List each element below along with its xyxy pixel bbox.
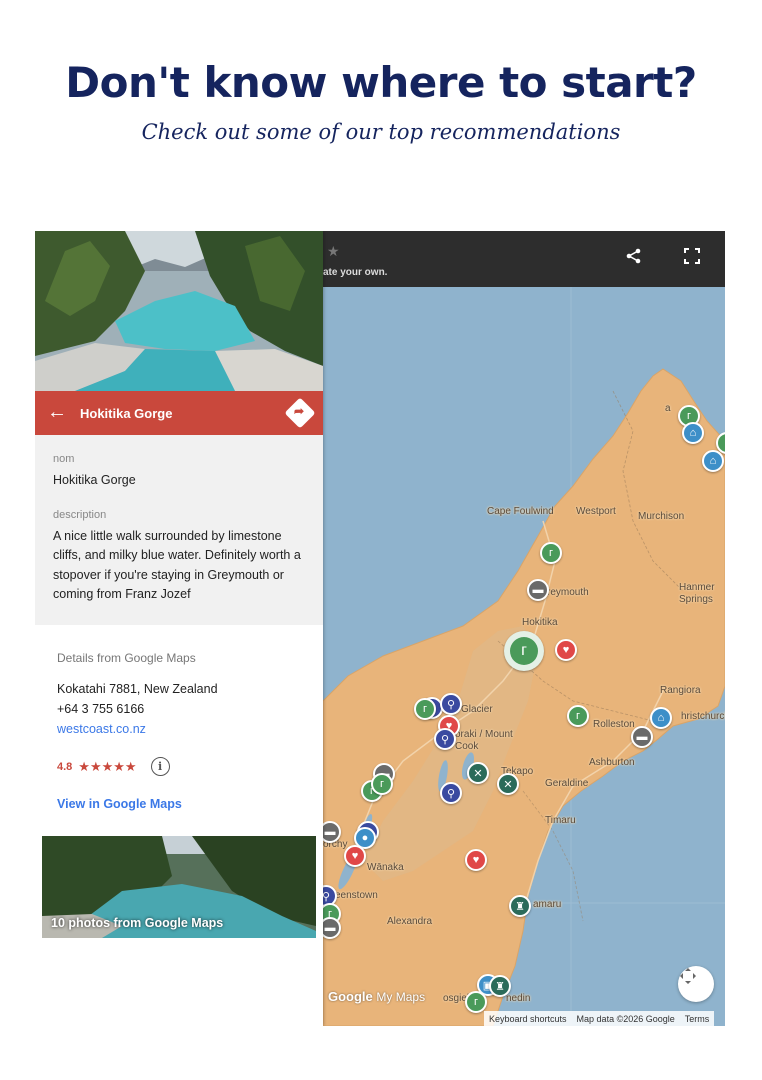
map-label-murchison: Murchison: [638, 511, 685, 522]
map-label-hokitika: Hokitika: [522, 617, 558, 628]
google-my-maps-logo: Google My Maps: [328, 989, 425, 1004]
map-label-glacier: Glacier: [461, 704, 493, 715]
map-pin-home[interactable]: ⌂: [682, 422, 704, 444]
rating-row: 4.8 ★★★★★ i: [57, 757, 170, 776]
map-label-christchurch: hristchurch: [681, 711, 725, 722]
my-maps-wordmark: My Maps: [376, 990, 426, 1004]
map-label-wanaka: Wānaka: [367, 862, 404, 873]
keyboard-shortcuts-link[interactable]: Keyboard shortcuts: [484, 1014, 572, 1024]
back-arrow-icon[interactable]: ←: [47, 401, 67, 423]
map-label-alexandra: Alexandra: [387, 916, 433, 927]
website-link[interactable]: westcoast.co.nz: [57, 719, 307, 739]
place-fields: nom Hokitika Gorge description A nice li…: [35, 435, 323, 625]
google-details-heading: Details from Google Maps: [57, 651, 196, 665]
map-label-ashburton: Ashburton: [589, 757, 635, 768]
star-icon[interactable]: ★: [327, 243, 340, 260]
map-label-westport: Westport: [576, 506, 616, 517]
map-pin-food[interactable]: ✕: [467, 762, 489, 784]
map-label-dunedin: nedin: [506, 993, 531, 1004]
map-pin-landmark[interactable]: ♜: [489, 975, 511, 997]
map-pin-walk[interactable]: ᴦ: [465, 991, 487, 1013]
map-label-greymouth: reymouth: [547, 587, 589, 598]
page-title: Don't know where to start?: [65, 58, 697, 107]
google-photos-gallery[interactable]: 10 photos from Google Maps: [42, 836, 316, 938]
name-value: Hokitika Gorge: [53, 473, 136, 487]
directions-arrow-icon: ➦: [294, 404, 305, 418]
map-pin-home[interactable]: ⌂: [650, 707, 672, 729]
name-label: nom: [53, 453, 75, 465]
map-pin-favourite[interactable]: ♥: [555, 639, 577, 661]
rating-stars: ★★★★★: [78, 758, 137, 774]
map-pin-walk[interactable]: ᴦ: [371, 773, 393, 795]
map-label-aoraki: oraki / Mount Cook: [455, 729, 513, 752]
place-details-panel: ← Hokitika Gorge ➦ nom Hokitika Gorge de…: [35, 231, 323, 1026]
map-label-oamaru: amaru: [533, 899, 562, 910]
map-pin-hike[interactable]: ⚲: [440, 693, 462, 715]
map-pin-hike[interactable]: ⚲: [440, 782, 462, 804]
map-label-rolleston: Rolleston: [593, 719, 635, 730]
info-icon[interactable]: i: [150, 757, 170, 776]
map-label-cape-foulwind: Cape Foulwind: [487, 506, 554, 517]
map-pin-walk[interactable]: ᴦ: [414, 698, 436, 720]
map-pin-hike[interactable]: ⚲: [434, 728, 456, 750]
map-embed: ★ ate your own. a Cape Foulwind Westport…: [35, 231, 725, 1026]
map-label-geraldine: Geraldine: [545, 778, 589, 789]
map-pin-food[interactable]: ✕: [497, 773, 519, 795]
map-label-queenstown: eenstown: [335, 890, 378, 901]
map-label-nelson: a: [665, 403, 671, 414]
map-pin-campervan[interactable]: ▬: [631, 726, 653, 748]
map-canvas[interactable]: ★ ate your own. a Cape Foulwind Westport…: [323, 231, 725, 1026]
map-attribution: Keyboard shortcuts Map data ©2026 Google…: [484, 1011, 715, 1026]
map-pin-home[interactable]: ⌂: [702, 450, 724, 472]
map-pin-walk[interactable]: ᴦ: [567, 705, 589, 727]
map-pin-favourite[interactable]: ♥: [465, 849, 487, 871]
page-subtitle: Check out some of our top recommendation…: [141, 120, 621, 144]
description-label: description: [53, 508, 107, 521]
share-icon[interactable]: [625, 247, 649, 271]
view-in-google-maps-link[interactable]: View in Google Maps: [57, 797, 182, 811]
map-label-hanmer-springs: Hanmer Springs: [679, 582, 715, 605]
map-pin-favourite[interactable]: ♥: [344, 845, 366, 867]
page: Don't know where to start? Check out som…: [0, 0, 762, 1080]
photos-caption: 10 photos from Google Maps: [51, 916, 224, 930]
map-pin-walk[interactable]: ᴦ: [540, 542, 562, 564]
map-label-rangiora: Rangiora: [660, 685, 701, 696]
phone-text: +64 3 755 6166: [57, 702, 145, 716]
move-arrows-icon: [680, 968, 696, 984]
fullscreen-icon[interactable]: [683, 247, 707, 271]
google-details: Details from Google Maps Kokatahi 7881, …: [57, 651, 307, 739]
map-toolbar: ★ ate your own.: [323, 231, 725, 287]
recenter-button[interactable]: [678, 966, 714, 1002]
map-pin-campervan[interactable]: ▬: [527, 579, 549, 601]
terms-link[interactable]: Terms: [680, 1014, 715, 1024]
rating-value: 4.8: [57, 760, 73, 773]
place-title: Hokitika Gorge: [80, 406, 173, 421]
google-wordmark: Google: [328, 989, 373, 1004]
place-photo[interactable]: [35, 231, 323, 391]
gorge-photo-illustration: [35, 231, 323, 391]
map-pin-hokitika-gorge-selected[interactable]: ᴦ: [504, 631, 544, 671]
map-hint-text: ate your own.: [323, 267, 388, 278]
map-label-timaru: Timaru: [545, 815, 576, 826]
address-text: Kokatahi 7881, New Zealand: [57, 682, 218, 696]
place-title-bar: ← Hokitika Gorge ➦: [35, 391, 323, 435]
map-data-text: Map data ©2026 Google: [576, 1013, 675, 1024]
map-pin-landmark[interactable]: ♜: [509, 895, 531, 917]
description-value: A nice little walk surrounded by limesto…: [53, 528, 301, 602]
